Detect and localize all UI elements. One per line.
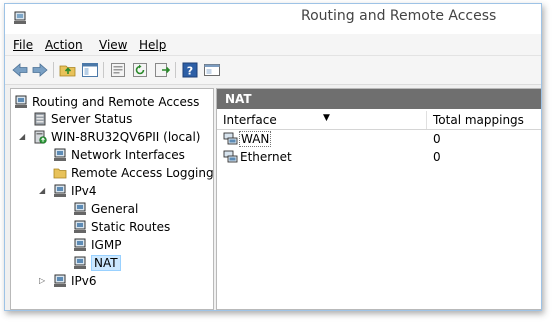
tree-item-routing-remote-access[interactable]: Routing and Remote Access — [14, 93, 199, 111]
column-headers: Interface ▼ Total mappings — [217, 111, 541, 130]
console-icon[interactable] — [203, 61, 221, 79]
tree-item-label: IPv4 — [71, 184, 97, 198]
tree-item-label: Server Status — [51, 112, 133, 126]
tree-item-ipv6[interactable]: IPv6 — [53, 272, 97, 290]
tree-item-server-status[interactable]: Server Status — [33, 110, 132, 128]
network-adapter-icon — [223, 150, 238, 163]
tree-item-igmp[interactable]: IGMP — [73, 236, 121, 254]
menu-view[interactable]: View — [99, 38, 127, 52]
network-interfaces-icon — [54, 148, 66, 161]
menu-help-label: Help — [139, 38, 167, 52]
ipv4-icon — [54, 184, 66, 197]
menu-file[interactable]: File — [13, 38, 33, 52]
properties-icon[interactable] — [109, 61, 127, 79]
interface-cell: WAN — [223, 130, 272, 148]
tree-item-static-routes[interactable]: Static Routes — [73, 218, 170, 236]
menu-bar: File Action View Help — [5, 34, 541, 56]
title-bar[interactable]: Routing and Remote Access — [5, 4, 541, 34]
toolbar-separator — [103, 62, 104, 78]
interface-name: Ethernet — [240, 150, 292, 164]
igmp-icon — [74, 238, 86, 251]
ipv6-icon — [54, 274, 66, 287]
server-up-icon — [34, 130, 47, 144]
pane-header: NAT — [217, 89, 541, 109]
back-arrow-icon[interactable] — [11, 61, 29, 79]
total-mappings-cell: 0 — [433, 150, 441, 164]
folder-icon — [53, 168, 67, 178]
tree-item-label: Remote Access Logging — [71, 166, 214, 180]
column-header-total-mappings[interactable]: Total mappings — [427, 111, 541, 129]
toolbar-separator — [175, 62, 176, 78]
tree-item-label: Static Routes — [91, 220, 171, 234]
column-header-label: Total mappings — [433, 113, 524, 127]
console-tree[interactable]: Routing and Remote Access Server Status … — [10, 88, 214, 310]
network-adapter-icon — [223, 132, 238, 145]
tree-item-label: WIN-8RU32QV6PII (local) — [51, 130, 201, 144]
column-header-interface[interactable]: Interface ▼ — [217, 111, 427, 129]
nat-icon — [74, 256, 86, 269]
menu-file-label: File — [13, 38, 34, 52]
tree-item-label: General — [91, 202, 139, 216]
server-app-icon[interactable] — [13, 11, 27, 25]
total-mappings-cell: 0 — [433, 132, 441, 146]
tree-item-label: Routing and Remote Access — [32, 95, 200, 109]
tree-item-nat[interactable]: NAT — [73, 254, 121, 272]
tree-item-label: Network Interfaces — [71, 148, 185, 162]
refresh-icon[interactable] — [131, 61, 149, 79]
static-routes-icon — [74, 220, 86, 233]
column-header-label: Interface — [223, 113, 277, 127]
table-row[interactable]: Ethernet 0 — [217, 148, 541, 166]
up-folder-icon[interactable] — [59, 61, 77, 79]
export-list-icon[interactable] — [153, 61, 171, 79]
app-window: Routing and Remote Access File Action Vi… — [4, 3, 542, 311]
toolbar: ? — [5, 56, 541, 85]
menu-view-label: View — [99, 38, 128, 52]
interface-name: WAN — [238, 131, 272, 147]
expand-arrow-icon[interactable]: ▷ — [39, 272, 45, 290]
sort-descending-icon: ▼ — [323, 113, 330, 123]
menu-help[interactable]: Help — [139, 38, 166, 52]
show-tree-icon[interactable] — [81, 61, 99, 79]
tree-item-ipv4[interactable]: IPv4 — [53, 182, 97, 200]
toolbar-separator — [53, 62, 54, 78]
server-icon — [15, 95, 27, 108]
tree-item-remote-access-logging[interactable]: Remote Access Logging — [53, 164, 214, 182]
general-icon — [74, 202, 86, 215]
tree-item-general[interactable]: General — [73, 200, 138, 218]
server-status-icon — [34, 112, 46, 125]
tree-item-label: NAT — [91, 255, 121, 271]
window-title: Routing and Remote Access — [301, 8, 497, 24]
svg-text:?: ? — [187, 65, 193, 78]
interface-cell: Ethernet — [223, 148, 292, 166]
tree-item-label: IPv6 — [71, 274, 97, 288]
tree-item-network-interfaces[interactable]: Network Interfaces — [53, 146, 185, 164]
collapse-arrow-icon[interactable]: ◢ — [39, 182, 45, 200]
details-pane: NAT Interface ▼ Total mappings WAN 0 Eth… — [216, 88, 541, 310]
menu-action[interactable]: Action — [45, 38, 83, 52]
help-icon[interactable]: ? — [181, 61, 199, 79]
tree-item-label: IGMP — [91, 238, 122, 252]
table-row[interactable]: WAN 0 — [217, 130, 541, 148]
collapse-arrow-icon[interactable]: ◢ — [19, 128, 25, 146]
forward-arrow-icon[interactable] — [31, 61, 49, 79]
menu-action-label: Action — [45, 38, 83, 52]
tree-item-server-local[interactable]: WIN-8RU32QV6PII (local) — [33, 128, 200, 146]
